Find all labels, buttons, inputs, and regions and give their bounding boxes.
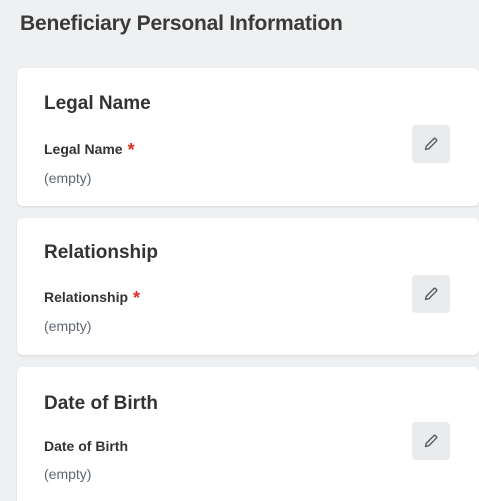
pencil-icon bbox=[422, 135, 440, 153]
field-value-legal-name: (empty) bbox=[44, 170, 92, 186]
field-value-relationship: (empty) bbox=[44, 318, 92, 334]
pencil-icon bbox=[422, 285, 440, 303]
section-title: Beneficiary Personal Information bbox=[20, 12, 343, 35]
required-indicator: * bbox=[133, 288, 141, 308]
field-label-legal-name: Legal Name * bbox=[44, 140, 135, 161]
edit-legal-name-button[interactable] bbox=[412, 125, 450, 163]
field-label-date-of-birth: Date of Birth bbox=[44, 438, 128, 454]
field-value-date-of-birth: (empty) bbox=[44, 466, 92, 482]
required-indicator: * bbox=[127, 140, 135, 160]
relationship-card: Relationship Relationship * (empty) bbox=[17, 218, 479, 355]
card-title-legal-name: Legal Name bbox=[44, 93, 151, 114]
card-title-date-of-birth: Date of Birth bbox=[44, 393, 158, 414]
field-label-text: Relationship bbox=[44, 289, 129, 305]
edit-date-of-birth-button[interactable] bbox=[412, 422, 450, 460]
field-label-relationship: Relationship * bbox=[44, 288, 140, 309]
edit-relationship-button[interactable] bbox=[412, 275, 450, 313]
card-title-relationship: Relationship bbox=[44, 242, 159, 263]
legal-name-card: Legal Name Legal Name * (empty) bbox=[17, 68, 479, 206]
field-label-text: Legal Name bbox=[44, 141, 123, 157]
pencil-icon bbox=[422, 432, 440, 450]
date-of-birth-card: Date of Birth Date of Birth (empty) bbox=[17, 367, 479, 501]
